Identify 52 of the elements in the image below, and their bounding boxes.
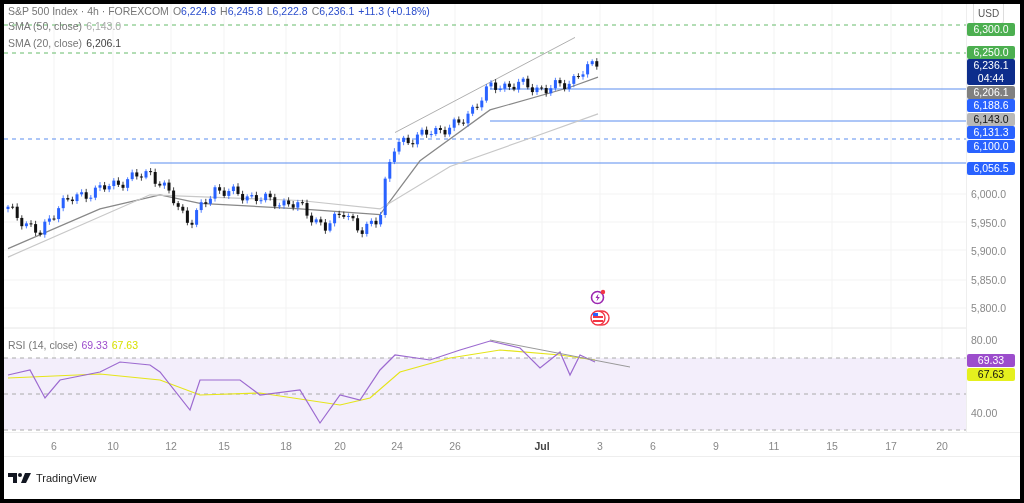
indicator-value: 6,143.0 — [86, 19, 122, 34]
time-label: 6 — [650, 439, 656, 454]
axis-tick-label: 5,800.0 — [971, 302, 1007, 314]
quote-value: O6,224.8 — [172, 4, 217, 19]
quote-value: C6,236.1 — [311, 4, 355, 19]
indicator-name: SMA (50, close) — [8, 19, 83, 34]
time-label: 10 — [107, 439, 119, 454]
time-label: 20 — [334, 439, 346, 454]
time-label: Jul — [534, 439, 550, 454]
time-label: 11 — [768, 439, 780, 454]
indicator-value: 6,206.1 — [86, 36, 122, 51]
flag-icon[interactable] — [589, 310, 611, 326]
time-label: 24 — [391, 439, 403, 454]
axis-tick-label: 5,850.0 — [971, 273, 1007, 286]
time-label: 3 — [597, 439, 603, 454]
time-label: 15 — [218, 439, 230, 454]
time-label: 12 — [165, 439, 177, 454]
indicator-value: 69.33 — [81, 338, 108, 353]
axis-tick-label: 5,950.0 — [971, 216, 1007, 229]
currency-label: USD — [973, 4, 1005, 24]
axis-tick-label: 40.00 — [971, 407, 998, 419]
price-label: 6,236.1 04:44 — [967, 59, 1015, 85]
axis-tick-label: 6,000.0 — [971, 188, 1007, 200]
time-label: 6 — [51, 439, 57, 454]
time-label: 20 — [936, 439, 948, 454]
time-label: 15 — [826, 439, 838, 454]
indicator-value: 67.63 — [111, 338, 138, 353]
indicator-name: SMA (20, close) — [8, 36, 83, 51]
price-change: +11.3 (+0.18%) — [358, 4, 430, 19]
time-label: 17 — [885, 439, 897, 454]
price-label: 6,143.0 — [967, 113, 1015, 126]
axis-tick-label: 5,900.0 — [971, 245, 1007, 257]
axis-tick-label: 80.00 — [971, 334, 998, 346]
time-label: 9 — [713, 439, 719, 454]
price-label: 6,250.0 — [967, 46, 1015, 59]
logo-icon — [8, 473, 32, 483]
time-label: 18 — [280, 439, 292, 454]
time-label: 26 — [449, 439, 461, 454]
price-label: 6,056.5 — [967, 162, 1015, 175]
price-label: 69.33 — [967, 354, 1015, 367]
lightning-icon[interactable] — [590, 289, 606, 305]
indicator-name: RSI (14, close) — [8, 338, 78, 353]
chart-title: S&P 500 Index · 4h · FOREXCOM — [8, 4, 169, 19]
price-label: 6,100.0 — [967, 140, 1015, 153]
quote-value: H6,245.8 — [220, 4, 263, 19]
price-label: 6,188.6 — [967, 99, 1015, 112]
price-label: 67.63 — [967, 368, 1015, 381]
brand-name: TradingView — [36, 470, 97, 486]
price-label: 6,206.1 — [967, 86, 1015, 99]
price-label: 6,131.3 — [967, 126, 1015, 139]
quote-value: L6,222.8 — [266, 4, 308, 19]
price-label: 6,300.0 — [967, 23, 1015, 36]
